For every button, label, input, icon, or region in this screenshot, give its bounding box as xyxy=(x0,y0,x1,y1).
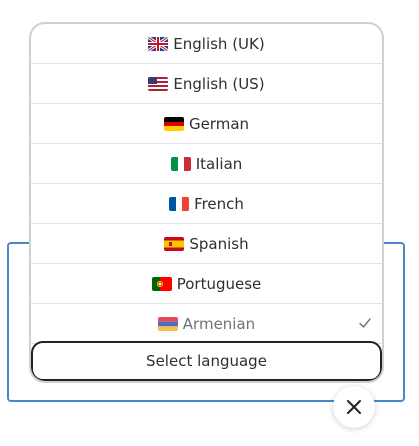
language-option-english-us[interactable]: English (US) xyxy=(31,64,382,104)
language-label: French xyxy=(194,194,244,213)
language-option-french[interactable]: French xyxy=(31,184,382,224)
close-button[interactable] xyxy=(333,386,375,428)
language-label: Italian xyxy=(195,154,243,173)
language-option-armenian[interactable]: Armenian xyxy=(31,304,382,344)
language-label: Armenian xyxy=(182,314,256,333)
language-dropdown: English (UK) English (US) German Italian… xyxy=(29,22,384,383)
language-label: English (US) xyxy=(173,74,265,93)
fr-flag-icon xyxy=(169,196,190,211)
language-label: English (UK) xyxy=(173,34,265,53)
language-option-english-uk[interactable]: English (UK) xyxy=(31,24,382,64)
es-flag-icon xyxy=(164,236,185,251)
close-icon xyxy=(347,400,361,414)
language-option-portuguese[interactable]: Portuguese xyxy=(31,264,382,304)
language-option-spanish[interactable]: Spanish xyxy=(31,224,382,264)
select-language-button[interactable]: Select language xyxy=(31,341,382,381)
language-option-german[interactable]: German xyxy=(31,104,382,144)
checkmark-icon xyxy=(359,318,371,328)
am-flag-icon xyxy=(157,316,178,331)
select-language-label: Select language xyxy=(146,352,267,370)
it-flag-icon xyxy=(170,156,191,171)
language-label: Spanish xyxy=(189,234,249,253)
pt-flag-icon xyxy=(151,276,172,291)
us-flag-icon xyxy=(148,76,169,91)
de-flag-icon xyxy=(163,116,184,131)
language-label: Portuguese xyxy=(176,274,262,293)
language-option-italian[interactable]: Italian xyxy=(31,144,382,184)
uk-flag-icon xyxy=(148,36,169,51)
language-label: German xyxy=(188,114,250,133)
